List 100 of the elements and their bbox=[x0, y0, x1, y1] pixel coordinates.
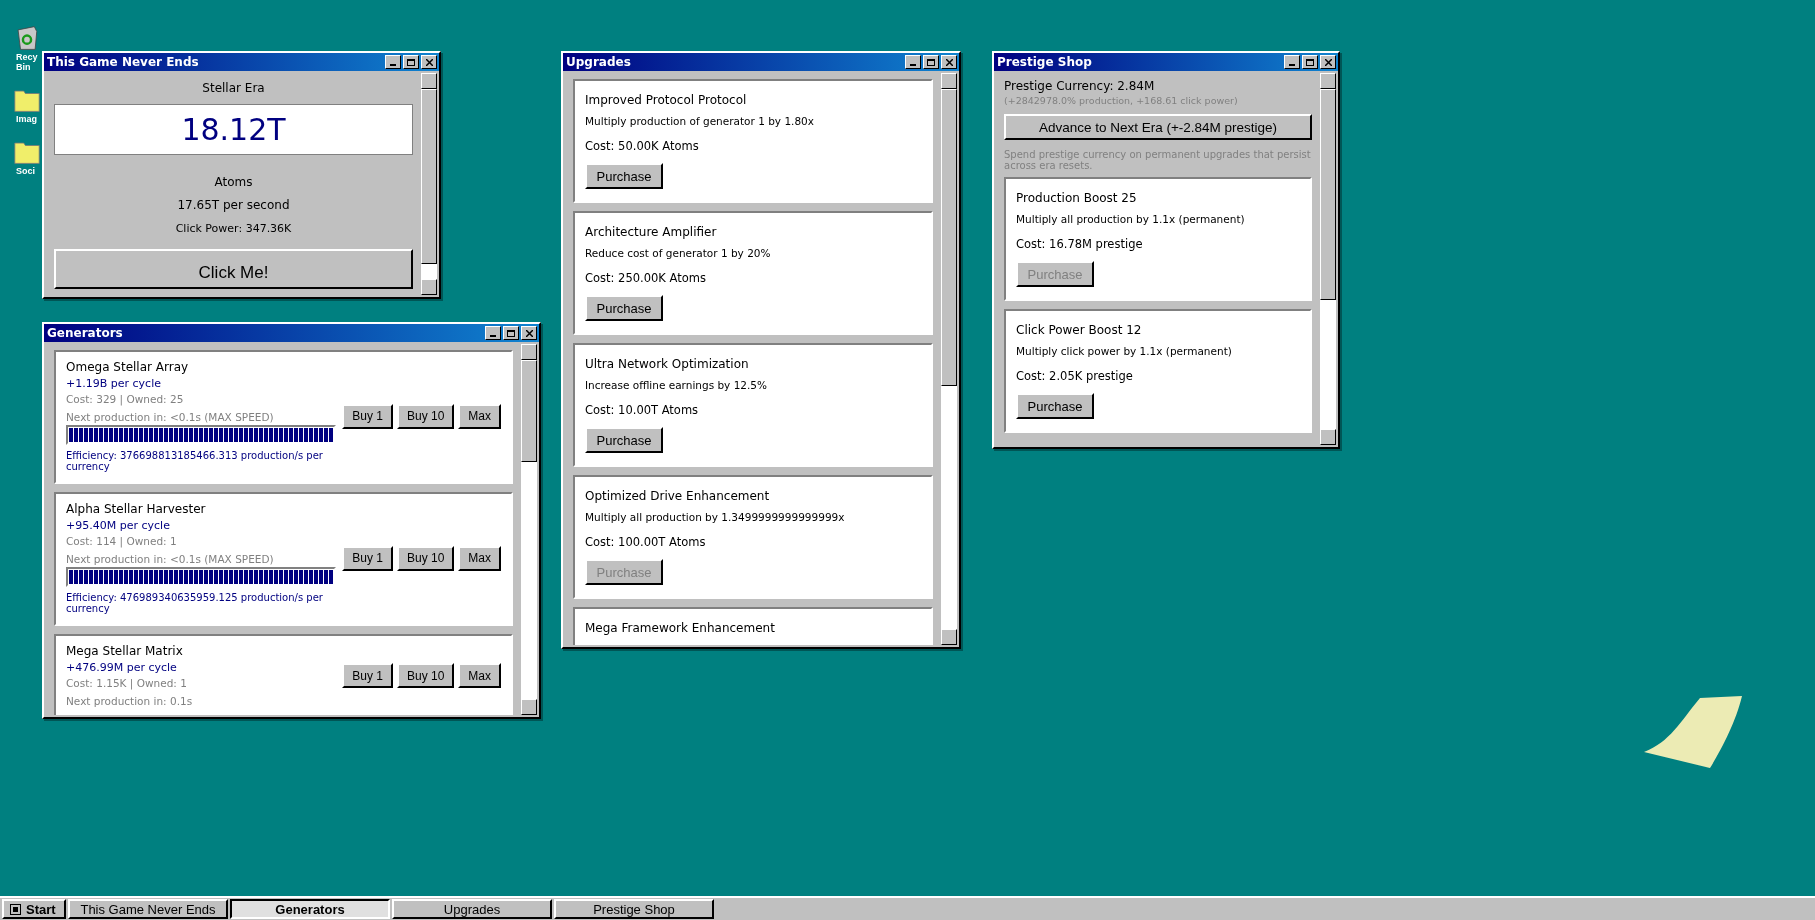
efficiency-text: Efficiency: 376698813185466.313 production/s per currency bbox=[66, 450, 324, 472]
maximize-button[interactable] bbox=[503, 326, 519, 340]
cost-and-owned: Cost: 114 | Owned: 1 bbox=[66, 535, 178, 547]
upgrade-name: Click Power Boost 12 bbox=[1016, 323, 1142, 337]
scroll-up-button[interactable] bbox=[521, 344, 537, 360]
upgrade-name: Optimized Drive Enhancement bbox=[585, 489, 770, 503]
upgrade-description: Multiply all production by 1.3499999999999999x bbox=[585, 511, 845, 523]
maximize-icon bbox=[507, 329, 515, 337]
efficiency-text: Efficiency: 476989340635959.125 production/s per currency bbox=[66, 592, 324, 614]
close-button[interactable] bbox=[1320, 55, 1336, 69]
close-button[interactable] bbox=[421, 55, 437, 69]
buy-button[interactable]: Buy 10 bbox=[396, 545, 455, 571]
scroll-up-button[interactable] bbox=[421, 73, 437, 89]
taskbar-button[interactable]: Prestige Shop bbox=[554, 899, 714, 919]
icon-label[interactable]: Bin bbox=[14, 62, 31, 72]
start-icon bbox=[10, 903, 21, 915]
upgrade-description: Multiply production of generator 1 by 1.80x bbox=[585, 115, 814, 127]
close-icon bbox=[1324, 58, 1332, 66]
purchase-button[interactable]: Purchase bbox=[585, 427, 663, 453]
recycle-bin-icon[interactable] bbox=[14, 24, 40, 52]
upgrade-cost: Cost: 10.00T Atoms bbox=[585, 403, 699, 417]
window-title: Upgrades bbox=[566, 55, 631, 69]
close-icon bbox=[525, 329, 533, 337]
purchase-button[interactable]: Purchase bbox=[585, 295, 663, 321]
buy-button[interactable]: Max bbox=[458, 663, 501, 688]
taskbar-button[interactable]: Generators bbox=[230, 899, 390, 919]
window-title: Prestige Shop bbox=[997, 55, 1092, 69]
minimize-button[interactable] bbox=[905, 55, 921, 69]
icon-label[interactable]: Soci bbox=[14, 166, 35, 176]
prestige-note: Spend prestige currency on permanent upgrades that persist across era resets. bbox=[1004, 149, 1312, 171]
taskbar-button[interactable]: This Game Never Ends bbox=[68, 899, 228, 919]
close-button[interactable] bbox=[941, 55, 957, 69]
upgrade-name: Architecture Amplifier bbox=[585, 225, 717, 239]
icon-label[interactable]: Imag bbox=[14, 114, 37, 124]
minimize-button[interactable] bbox=[485, 326, 501, 340]
generator-name: Mega Stellar Matrix bbox=[66, 644, 184, 658]
advance-era-button[interactable]: Advance to Next Era (+-2.84M prestige) bbox=[1004, 114, 1312, 140]
maximize-button[interactable] bbox=[1302, 55, 1318, 69]
scroll-thumb[interactable] bbox=[1320, 89, 1336, 300]
buy-button[interactable]: Max bbox=[458, 403, 501, 429]
purchase-button[interactable]: Purchase bbox=[1016, 393, 1094, 419]
upgrade-cost: Cost: 16.78M prestige bbox=[1016, 237, 1143, 251]
currency-name: Atoms bbox=[214, 175, 253, 189]
buy-button[interactable]: Buy 1 bbox=[342, 663, 393, 688]
maximize-icon bbox=[407, 58, 415, 66]
click-me-button[interactable]: Click Me! bbox=[54, 249, 413, 289]
upgrade-cost: Cost: 2.05K prestige bbox=[1016, 369, 1133, 383]
next-production: Next production in: <0.1s (MAX SPEED) bbox=[66, 411, 275, 423]
close-icon bbox=[945, 58, 953, 66]
maximize-button[interactable] bbox=[403, 55, 419, 69]
close-button[interactable] bbox=[521, 326, 537, 340]
prestige-bonus: (+2842978.0% production, +168.61 click power) bbox=[1004, 95, 1239, 106]
scroll-down-button[interactable] bbox=[1320, 429, 1336, 445]
scroll-down-button[interactable] bbox=[521, 699, 537, 715]
taskbar-button[interactable]: Upgrades bbox=[392, 899, 552, 919]
maximize-icon bbox=[927, 58, 935, 66]
generator-name: Alpha Stellar Harvester bbox=[66, 502, 207, 516]
buy-button[interactable]: Max bbox=[458, 545, 501, 571]
upgrade-description: Increase offline earnings by 12.5% bbox=[585, 379, 768, 391]
icon-label[interactable]: Recy bbox=[14, 52, 38, 62]
scroll-down-button[interactable] bbox=[421, 279, 437, 295]
purchase-button[interactable]: Purchase bbox=[585, 163, 663, 189]
window-title: Generators bbox=[47, 326, 123, 340]
close-icon bbox=[425, 58, 433, 66]
next-production: Next production in: <0.1s (MAX SPEED) bbox=[66, 553, 275, 565]
start-button[interactable]: Start bbox=[2, 899, 66, 919]
upgrade-name: Ultra Network Optimization bbox=[585, 357, 749, 371]
production-per-cycle: +476.99M per cycle bbox=[66, 661, 178, 674]
scrollbar[interactable] bbox=[1320, 73, 1336, 445]
prestige-currency: Prestige Currency: 2.84M bbox=[1004, 79, 1156, 93]
scroll-up-button[interactable] bbox=[941, 73, 957, 89]
scrollbar[interactable] bbox=[421, 73, 437, 295]
upgrade-name: Production Boost 25 bbox=[1016, 191, 1137, 205]
maximize-button[interactable] bbox=[923, 55, 939, 69]
upgrade-description: Reduce cost of generator 1 by 20% bbox=[585, 247, 771, 259]
upgrade-name: Improved Protocol Protocol bbox=[585, 93, 747, 107]
buy-button[interactable]: Buy 10 bbox=[396, 403, 455, 429]
upgrade-name: Mega Framework Enhancement bbox=[585, 621, 775, 635]
scroll-thumb[interactable] bbox=[421, 89, 437, 264]
buy-button[interactable]: Buy 1 bbox=[342, 545, 393, 571]
currency-amount: 18.12T bbox=[181, 112, 286, 147]
minimize-button[interactable] bbox=[1284, 55, 1300, 69]
era-label: Stellar Era bbox=[202, 81, 265, 95]
minimize-button[interactable] bbox=[385, 55, 401, 69]
click-power: Click Power: 347.36K bbox=[175, 222, 292, 235]
scroll-thumb[interactable] bbox=[521, 360, 537, 462]
window-title: This Game Never Ends bbox=[47, 55, 199, 69]
cost-and-owned: Cost: 329 | Owned: 25 bbox=[66, 393, 185, 405]
scroll-up-button[interactable] bbox=[1320, 73, 1336, 89]
buy-button[interactable]: Buy 1 bbox=[342, 403, 393, 429]
upgrade-description: Multiply all production by 1.1x (permanent) bbox=[1016, 213, 1245, 225]
scroll-down-button[interactable] bbox=[941, 629, 957, 645]
scrollbar[interactable] bbox=[521, 344, 537, 715]
buy-button[interactable]: Buy 10 bbox=[396, 663, 455, 688]
production-rate: 17.65T per second bbox=[177, 198, 290, 212]
scroll-thumb[interactable] bbox=[941, 89, 957, 386]
scrollbar[interactable] bbox=[941, 73, 957, 645]
upgrade-cost: Cost: 250.00K Atoms bbox=[585, 271, 706, 285]
upgrade-description: Multiply click power by 1.1x (permanent) bbox=[1016, 345, 1232, 357]
generator-name: Omega Stellar Array bbox=[66, 360, 190, 374]
